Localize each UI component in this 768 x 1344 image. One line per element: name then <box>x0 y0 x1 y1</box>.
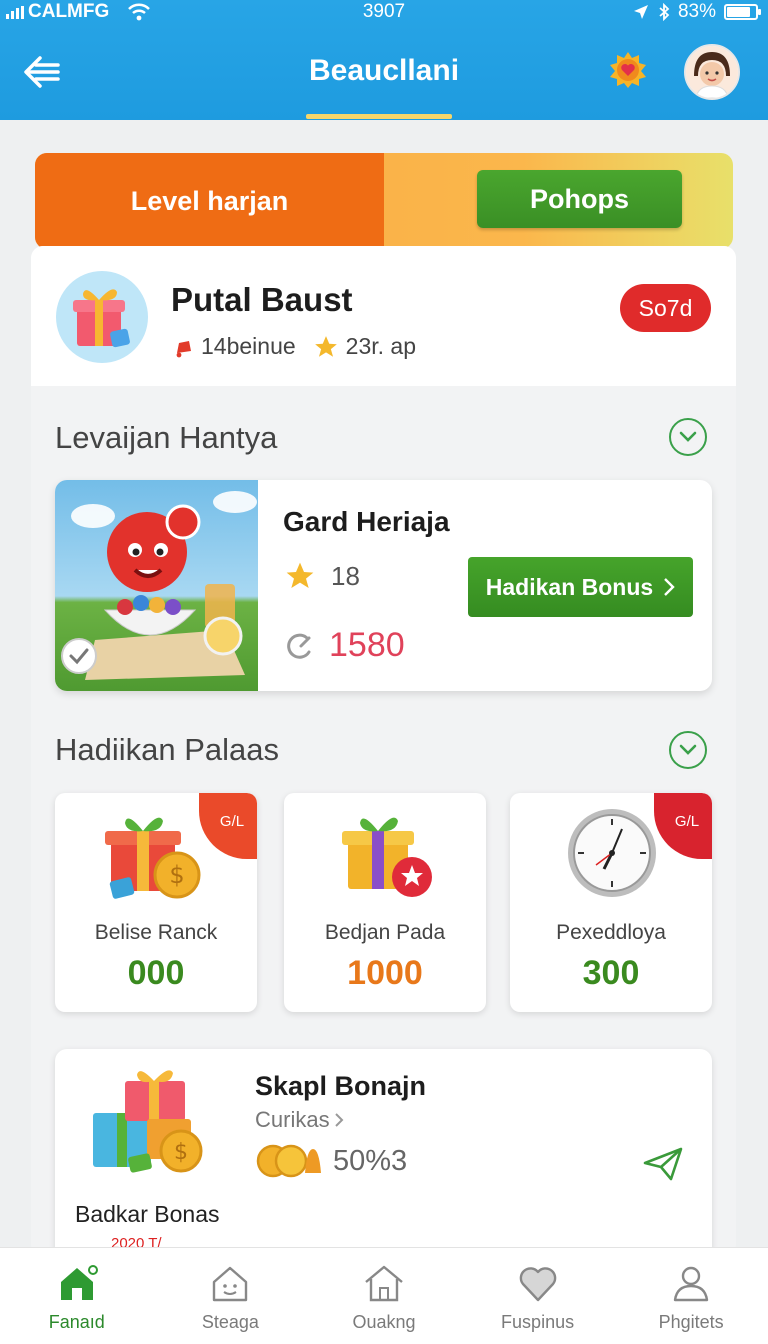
bottom-nav: Fanaıd Steaga Ouakng Fuspinus Phgitets <box>0 1247 768 1344</box>
bonus-label: Badkar Bonas <box>75 1201 220 1227</box>
star-icon <box>286 562 314 588</box>
house-icon <box>365 1265 403 1302</box>
product-2-gift-icon <box>284 805 486 905</box>
nav-item-4[interactable]: Fuspinus <box>461 1248 615 1344</box>
home-icon <box>60 1265 98 1300</box>
section-2-expand-button[interactable] <box>669 731 707 769</box>
nav-label-4: Fuspinus <box>501 1312 575 1332</box>
product-2-name: Bedjan Pada <box>324 921 446 944</box>
title-underline <box>306 114 452 119</box>
featured-title: Gard Heriaja <box>283 506 450 537</box>
bonus-percent-row: 50%3 <box>255 1143 407 1179</box>
bonus-card[interactable]: $ Skapl Bonajn Curikas 50%3 Badkar Bonas… <box>55 1049 712 1259</box>
svg-text:$: $ <box>174 1140 188 1165</box>
svg-text:$: $ <box>169 861 184 889</box>
product-3-name: Pexeddloya <box>556 921 666 944</box>
product-1-value: 000 <box>127 954 185 992</box>
product-card-2[interactable]: Bedjan Pada 1000 <box>284 793 486 1012</box>
product-1-gift-icon: $ <box>55 805 257 905</box>
status-right: 83% <box>632 1 761 23</box>
send-icon[interactable] <box>641 1145 685 1183</box>
status-badge[interactable]: So7d <box>620 284 711 332</box>
star-icon <box>314 335 337 357</box>
product-2-value: 1000 <box>347 954 423 992</box>
featured-stars: 18 <box>283 560 360 592</box>
level-action-button[interactable]: Pohops <box>477 170 682 228</box>
refresh-icon <box>287 633 311 659</box>
app-header: CALMFG 3907 83% Beaucllani <box>0 0 768 120</box>
chevron-right-icon <box>664 578 675 596</box>
chevron-down-icon <box>679 431 697 442</box>
location-icon <box>633 5 648 19</box>
level-label: Level harjan <box>35 153 384 249</box>
level-banner: Level harjan Pohops <box>35 153 733 249</box>
product-card-1[interactable]: G/L $ Belise Ranck 000 <box>55 793 257 1012</box>
bonus-subtitle-link[interactable]: Curikas <box>255 1107 344 1133</box>
featured-star-count: 18 <box>331 560 360 591</box>
profile-stat-1: 14beinue <box>201 333 296 359</box>
bonus-gifts-icon: $ <box>93 1070 203 1173</box>
nav-item-1[interactable]: Fanaıd <box>0 1248 154 1344</box>
nav-label-5: Phgitets <box>658 1312 724 1332</box>
profile-meta: 14beinue 23r. ap <box>171 333 416 360</box>
house-face-icon <box>213 1266 248 1302</box>
featured-card[interactable]: Gard Heriaja 18 1580 Hadikan Bonus <box>55 480 712 691</box>
product-1-name: Belise Ranck <box>94 921 218 944</box>
nav-label-2: Steaga <box>201 1312 259 1332</box>
profile-name: Putal Baust <box>171 281 353 318</box>
claim-bonus-button[interactable]: Hadikan Bonus <box>468 557 693 617</box>
product-3-clock-icon <box>510 805 712 905</box>
claim-bonus-label: Hadikan Bonus <box>485 573 654 600</box>
coins-icon <box>256 1144 321 1178</box>
reward-badge-icon[interactable] <box>608 50 648 90</box>
nav-label-3: Ouakng <box>352 1312 416 1332</box>
battery-percent: 83% <box>677 1 716 22</box>
nav-label-1: Fanaıd <box>48 1312 105 1332</box>
section-title-1: Levaijan Hantya <box>55 420 278 455</box>
page-title: Beaucllani <box>308 54 460 87</box>
bell-icon <box>176 340 191 357</box>
user-avatar[interactable] <box>684 44 740 100</box>
bluetooth-icon <box>659 3 670 21</box>
nav-item-5[interactable]: Phgitets <box>614 1248 768 1344</box>
status-bar: CALMFG 3907 83% <box>0 0 768 26</box>
bonus-title: Skapl Bonajn <box>255 1071 427 1101</box>
featured-points: 1580 <box>283 626 405 665</box>
nav-item-3[interactable]: Ouakng <box>307 1248 461 1344</box>
bonus-percent: 50%3 <box>333 1144 408 1177</box>
profile-gift-icon <box>56 271 148 363</box>
product-3-value: 300 <box>582 954 640 992</box>
featured-check-icon[interactable] <box>61 638 97 674</box>
chevron-right-icon <box>334 1113 343 1127</box>
bonus-subtitle: Curikas <box>255 1107 330 1132</box>
section-1-expand-button[interactable] <box>669 418 707 456</box>
battery-icon <box>724 4 761 20</box>
profile-stat-2: 23r. ap <box>345 333 416 359</box>
chevron-down-icon <box>679 744 697 755</box>
nav-item-2[interactable]: Steaga <box>154 1248 308 1344</box>
profile-icon <box>673 1266 709 1302</box>
featured-points-value: 1580 <box>329 626 405 664</box>
product-card-3[interactable]: G/L Pexeddloya 300 <box>510 793 712 1012</box>
section-title-2: Hadiikan Palaas <box>55 732 280 767</box>
heart-icon <box>519 1267 556 1302</box>
